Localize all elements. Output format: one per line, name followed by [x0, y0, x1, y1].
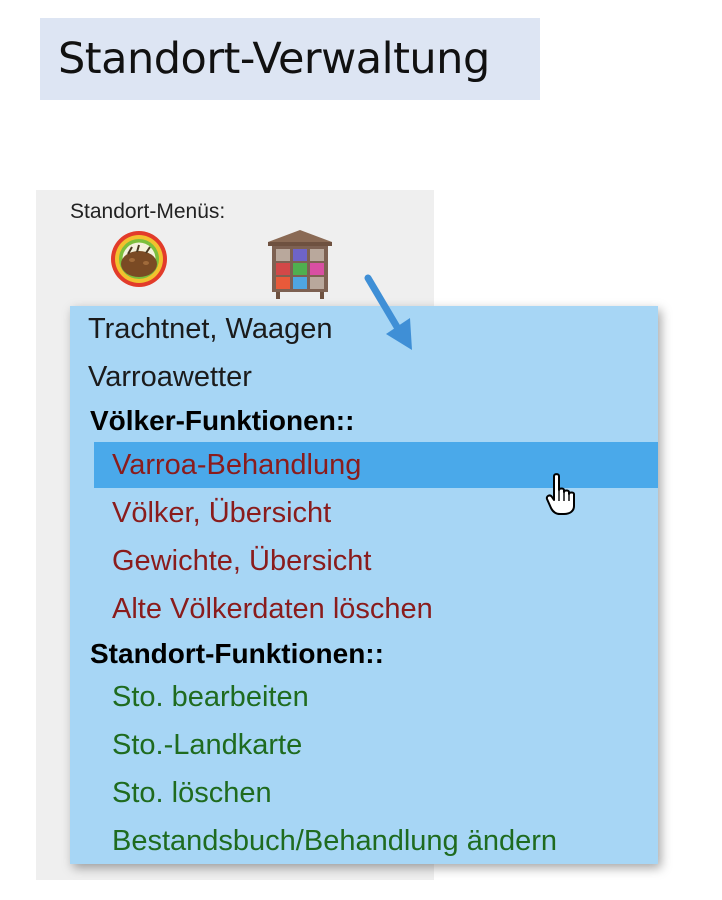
menu-item-sto-landkarte[interactable]: Sto.-Landkarte [70, 722, 658, 768]
menu-item-alte-voelkerdaten-loeschen[interactable]: Alte Völkerdaten löschen [70, 586, 658, 632]
menu-item-gewichte-uebersicht[interactable]: Gewichte, Übersicht [70, 538, 658, 584]
hand-pointer-icon [545, 473, 575, 515]
bee-colony-icon[interactable] [106, 230, 172, 288]
page-title: Standort-Verwaltung [40, 18, 540, 100]
menu-item-sto-loeschen[interactable]: Sto. löschen [70, 770, 658, 816]
menu-item-bestandsbuch-behandlung-aendern[interactable]: Bestandsbuch/Behandlung ändern [70, 818, 658, 864]
menu-item-sto-bearbeiten[interactable]: Sto. bearbeiten [70, 674, 658, 720]
standort-context-menu: Trachtnet, Waagen Varroawetter Völker-Fu… [70, 306, 658, 864]
menu-header-voelker-funktionen: Völker-Funktionen:: [90, 405, 355, 436]
beehive-icon[interactable] [264, 228, 336, 300]
arrow-down-right-icon [364, 274, 412, 350]
page: Standort-Verwaltung Standort-Menüs: Trac… [0, 0, 722, 900]
menu-header-standort-funktionen: Standort-Funktionen:: [90, 638, 384, 669]
panel-label: Standort-Menüs: [70, 200, 226, 223]
menu-item-varroawetter[interactable]: Varroawetter [70, 354, 658, 400]
